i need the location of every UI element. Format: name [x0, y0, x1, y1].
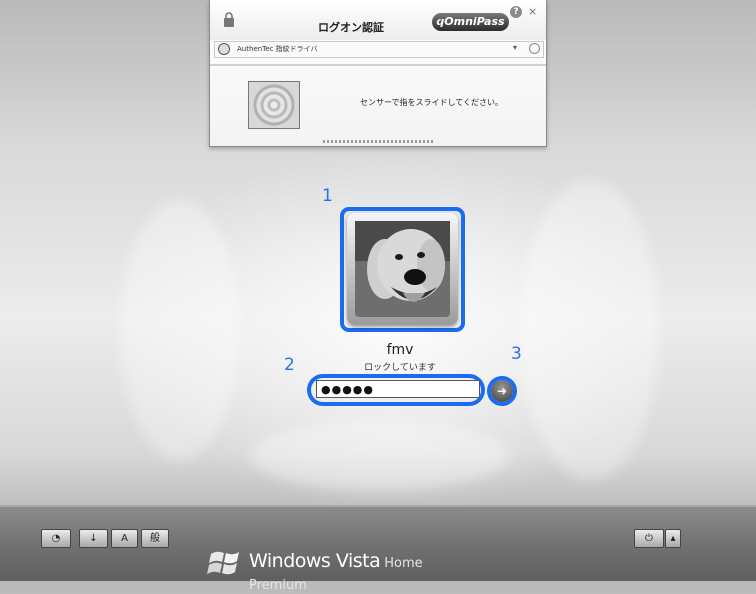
close-icon[interactable]: ×	[528, 5, 537, 18]
background-light-streak	[520, 180, 660, 480]
help-icon[interactable]: ?	[510, 6, 522, 18]
lock-icon	[224, 12, 234, 27]
windows-vista-logo: Windows Vista Home Premium	[207, 544, 457, 593]
user-name: fmv	[386, 342, 414, 358]
windows-word: Windows	[249, 550, 331, 572]
ime-mode-button[interactable]: A	[111, 529, 138, 548]
arrow-down-icon: ↓	[89, 533, 98, 544]
panel-grip-handle[interactable]	[323, 140, 433, 143]
omnipass-logo: ϥOmniPass	[432, 13, 509, 31]
ime-mode-label: A	[121, 533, 128, 544]
ime-kanji-button[interactable]: 般	[141, 529, 169, 548]
input-language-button[interactable]: ↓	[79, 529, 108, 548]
driver-select[interactable]: AuthenTec 指紋ドライバ ▾	[214, 41, 544, 58]
power-icon: ⏻	[645, 533, 653, 544]
driver-icon	[218, 43, 230, 55]
refresh-icon[interactable]	[529, 43, 540, 54]
fingerprint-sensor-image	[248, 81, 300, 129]
background-light-streak	[250, 420, 510, 490]
power-options-button[interactable]: ▴	[665, 529, 681, 548]
submit-arrow-button[interactable]: ➜	[491, 380, 513, 402]
windows-vista-wordmark: Windows Vista Home Premium	[249, 550, 457, 594]
fingerprint-instruction: センサーで指をスライドしてください。	[360, 98, 504, 107]
password-input[interactable]	[316, 380, 480, 398]
callout-number-3: 3	[511, 344, 522, 364]
omnipass-brand-text: OmniPass	[444, 15, 505, 28]
fingerprint-logon-panel: ログオン認証 ϥOmniPass ? × AuthenTec 指紋ドライバ ▾ …	[209, 0, 547, 147]
callout-number-2: 2	[284, 355, 295, 375]
callout-number-1: 1	[322, 186, 333, 206]
chevron-up-icon: ▴	[670, 533, 676, 544]
chevron-down-icon[interactable]: ▾	[513, 43, 517, 52]
user-tile[interactable]	[347, 213, 458, 325]
ease-of-access-icon: ◔	[51, 533, 61, 544]
user-avatar	[355, 221, 450, 317]
ime-kanji-label: 般	[150, 533, 160, 544]
driver-select-value: AuthenTec 指紋ドライバ	[237, 45, 318, 53]
fingerprint-panel-title: ログオン認証	[318, 21, 384, 34]
lock-status: ロックしています	[364, 363, 436, 373]
ease-of-access-button[interactable]: ◔	[41, 529, 71, 548]
background-horizon	[0, 505, 756, 507]
panel-divider	[210, 64, 546, 66]
power-button[interactable]: ⏻	[634, 529, 664, 548]
background-light-streak	[120, 200, 240, 460]
vista-word: Vista	[335, 550, 381, 572]
windows-flag-icon	[207, 551, 239, 575]
